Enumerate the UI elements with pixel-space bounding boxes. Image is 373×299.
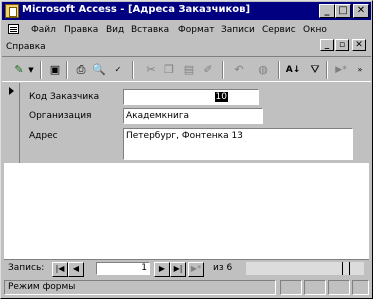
menu-window[interactable]: Окно [303, 24, 327, 36]
menu-insert[interactable]: Вставка [131, 24, 169, 36]
minimize-button[interactable]: _ [319, 4, 335, 18]
status-panel [304, 280, 326, 295]
print-preview-icon[interactable]: 🔍 [90, 61, 108, 79]
menu-format[interactable]: Формат [178, 24, 215, 36]
doc-close-button[interactable]: ✕ [352, 39, 366, 51]
next-record-button[interactable]: ▶ [154, 262, 170, 277]
menu-edit[interactable]: Правка [64, 24, 98, 36]
toolbar-separator [132, 61, 134, 79]
window-title: Microsoft Access - [Адреса Заказчиков] [22, 4, 251, 15]
menu-help[interactable]: Справка [6, 41, 46, 53]
toolbar-separator [40, 61, 42, 79]
menu-tools[interactable]: Сервис [262, 24, 296, 36]
label-address: Адрес [29, 131, 58, 141]
status-bar: Режим формы [2, 279, 371, 297]
vertical-scrollbar[interactable] [353, 83, 369, 163]
status-text: Режим формы [4, 280, 276, 295]
copy-icon[interactable]: ❐ [160, 61, 178, 79]
doc-restore-button[interactable]: ▫ [335, 39, 349, 51]
label-organization: Организация [29, 111, 92, 121]
record-label: Запись: [8, 263, 45, 273]
split-handle[interactable] [342, 262, 350, 275]
previous-record-button[interactable]: ◀ [68, 262, 84, 277]
toolbar: ✎ ▼ ▣ ⎙ 🔍 ✓ ✂ ❐ ▤ ✐ ↶ ◍ A↓ ⛛ ▶* » [2, 56, 371, 82]
organization-field[interactable]: Академкнига [123, 108, 263, 124]
status-panel [328, 280, 350, 295]
print-icon[interactable]: ⎙ [72, 61, 90, 79]
first-record-button[interactable]: |◀ [52, 262, 68, 277]
cut-icon[interactable]: ✂ [142, 61, 160, 79]
sort-asc-icon[interactable]: A↓ [284, 61, 302, 79]
new-record-icon[interactable]: ▶* [332, 61, 350, 79]
toolbar-separator [66, 61, 68, 79]
filter-icon[interactable]: ⛛ [306, 61, 324, 79]
record-number-input[interactable]: 1 [96, 262, 150, 275]
status-panel [280, 280, 302, 295]
undo-icon[interactable]: ↶ [230, 61, 248, 79]
toolbar-more-icon[interactable]: » [354, 61, 366, 79]
doc-minimize-button[interactable]: _ [320, 39, 334, 51]
web-icon[interactable]: ◍ [254, 61, 272, 79]
title-bar[interactable]: Microsoft Access - [Адреса Заказчиков] _… [2, 2, 371, 20]
menu-bar: Файл Правка Вид Вставка Формат Записи Се… [2, 21, 371, 55]
record-count: из 6 [213, 263, 233, 273]
access-app-icon[interactable] [5, 4, 19, 18]
new-record-button[interactable]: ▶* [188, 262, 204, 277]
document-menu-icon[interactable] [8, 24, 19, 34]
label-customer-code: Код Заказчика [29, 92, 100, 102]
close-button[interactable]: ✕ [353, 4, 369, 18]
menu-records[interactable]: Записи [221, 24, 255, 36]
customer-code-field[interactable]: 10 [123, 89, 259, 105]
toolbar-separator [278, 61, 280, 79]
current-record-icon [9, 87, 14, 95]
resize-grip[interactable] [352, 280, 369, 295]
record-selector[interactable] [4, 83, 20, 163]
menu-view[interactable]: Вид [106, 24, 124, 36]
save-icon[interactable]: ▣ [46, 61, 64, 79]
toolbar-separator [326, 61, 328, 79]
restore-button[interactable]: □ [335, 4, 351, 18]
paste-icon[interactable]: ▤ [180, 61, 198, 79]
spelling-icon[interactable]: ✓ [109, 61, 127, 79]
form-empty-area [4, 163, 369, 259]
record-navigation-bar: Запись: |◀ ◀ 1 ▶ ▶| ▶* из 6 [4, 259, 369, 277]
menu-file[interactable]: Файл [31, 24, 56, 36]
format-painter-icon[interactable]: ✐ [199, 61, 217, 79]
form-detail-section: Код Заказчика 10 Организация Академкнига… [20, 83, 353, 163]
dropdown-icon[interactable]: ▼ [26, 61, 36, 79]
toolbar-separator [222, 61, 224, 79]
last-record-button[interactable]: ▶| [170, 262, 186, 277]
address-field[interactable]: Петербург, Фонтенка 13 [123, 128, 353, 160]
